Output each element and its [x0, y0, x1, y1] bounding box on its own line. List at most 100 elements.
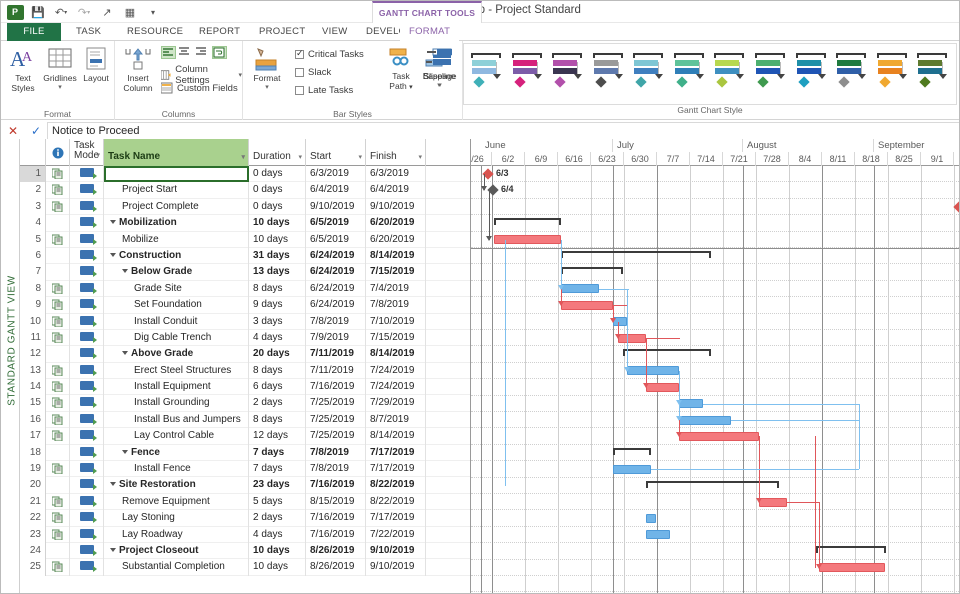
row-extra[interactable]: [426, 379, 470, 395]
row-duration[interactable]: 10 days: [249, 232, 306, 248]
row-indicator-cell[interactable]: [46, 248, 70, 264]
table-row[interactable]: 11Dig Cable Trench4 days7/9/20197/15/201…: [20, 330, 470, 346]
note-indicator-icon[interactable]: [52, 512, 64, 523]
gantt-summary-bar[interactable]: [613, 448, 651, 455]
row-id[interactable]: 25: [20, 559, 46, 575]
row-task-name[interactable]: Fence: [104, 445, 249, 461]
align-left-button[interactable]: [161, 46, 176, 59]
row-duration[interactable]: 8 days: [249, 281, 306, 297]
row-id[interactable]: 17: [20, 428, 46, 444]
row-extra[interactable]: [426, 363, 470, 379]
collapse-triangle-icon[interactable]: [122, 269, 128, 273]
row-start[interactable]: 7/16/2019: [306, 379, 366, 395]
row-extra[interactable]: [426, 395, 470, 411]
row-task-name[interactable]: Set Foundation: [104, 297, 249, 313]
row-extra[interactable]: [426, 248, 470, 264]
row-extra[interactable]: [426, 510, 470, 526]
gantt-summary-bar[interactable]: [494, 218, 561, 225]
table-row[interactable]: 20Site Restoration23 days7/16/20198/22/2…: [20, 477, 470, 493]
row-duration[interactable]: 23 days: [249, 477, 306, 493]
row-duration[interactable]: 13 days: [249, 264, 306, 280]
gantt-style-option-7[interactable]: [710, 48, 750, 100]
row-task-mode-cell[interactable]: [70, 232, 104, 248]
row-duration[interactable]: 2 days: [249, 395, 306, 411]
gantt-task-bar[interactable]: [646, 383, 679, 392]
row-id[interactable]: 3: [20, 199, 46, 215]
row-task-mode-cell[interactable]: [70, 543, 104, 559]
row-extra[interactable]: [426, 281, 470, 297]
note-indicator-icon[interactable]: [52, 381, 64, 392]
row-duration[interactable]: 4 days: [249, 527, 306, 543]
note-indicator-icon[interactable]: [52, 529, 64, 540]
row-duration[interactable]: 7 days: [249, 461, 306, 477]
row-start[interactable]: 7/9/2019: [306, 330, 366, 346]
row-id[interactable]: 20: [20, 477, 46, 493]
row-indicator-cell[interactable]: [46, 182, 70, 198]
row-extra[interactable]: [426, 264, 470, 280]
row-indicator-cell[interactable]: [46, 379, 70, 395]
row-extra[interactable]: [426, 166, 470, 182]
row-indicator-cell[interactable]: [46, 330, 70, 346]
row-duration[interactable]: 10 days: [249, 559, 306, 575]
row-extra[interactable]: [426, 543, 470, 559]
table-row[interactable]: 13Erect Steel Structures8 days7/11/20197…: [20, 363, 470, 379]
gantt-style-option-3[interactable]: [548, 48, 588, 100]
note-indicator-icon[interactable]: [52, 201, 64, 212]
row-finish[interactable]: 7/22/2019: [366, 527, 426, 543]
row-finish[interactable]: 8/14/2019: [366, 248, 426, 264]
row-task-name[interactable]: Lay Roadway: [104, 527, 249, 543]
row-indicator-cell[interactable]: [46, 445, 70, 461]
gantt-summary-bar[interactable]: [623, 349, 711, 356]
note-indicator-icon[interactable]: [52, 299, 64, 310]
header-finish[interactable]: Finish ▾: [366, 139, 426, 166]
row-task-mode-cell[interactable]: [70, 477, 104, 493]
row-id[interactable]: 4: [20, 215, 46, 231]
header-duration-caret-icon[interactable]: ▾: [298, 153, 302, 161]
custom-fields-button[interactable]: Custom Fields: [161, 82, 238, 94]
collapse-triangle-icon[interactable]: [122, 450, 128, 454]
row-task-name[interactable]: Substantial Completion: [104, 559, 249, 575]
table-row[interactable]: 16Install Bus and Jumpers8 days7/25/2019…: [20, 412, 470, 428]
row-id[interactable]: 7: [20, 264, 46, 280]
row-start[interactable]: 7/16/2019: [306, 477, 366, 493]
align-right-button[interactable]: [195, 46, 210, 59]
row-extra[interactable]: [426, 297, 470, 313]
critical-tasks-checkbox[interactable]: Critical Tasks: [295, 49, 364, 60]
row-indicator-cell[interactable]: [46, 264, 70, 280]
row-extra[interactable]: [426, 461, 470, 477]
row-id[interactable]: 15: [20, 395, 46, 411]
row-start[interactable]: 6/5/2019: [306, 232, 366, 248]
note-indicator-icon[interactable]: [52, 561, 64, 572]
entry-accept-icon[interactable]: ✓: [25, 124, 47, 138]
row-task-mode-cell[interactable]: [70, 346, 104, 362]
row-start[interactable]: 7/25/2019: [306, 428, 366, 444]
row-finish[interactable]: 6/20/2019: [366, 215, 426, 231]
row-task-mode-cell[interactable]: [70, 330, 104, 346]
row-duration[interactable]: 8 days: [249, 363, 306, 379]
gantt-task-bar[interactable]: [679, 399, 703, 408]
row-indicator-cell[interactable]: [46, 199, 70, 215]
table-row[interactable]: 1Notice to Proceed0 days6/3/20196/3/2019: [20, 166, 470, 182]
header-finish-caret-icon[interactable]: ▾: [418, 153, 422, 161]
tab-task[interactable]: TASK: [67, 23, 110, 41]
gantt-task-bar[interactable]: [613, 465, 651, 474]
row-task-mode-cell[interactable]: [70, 314, 104, 330]
row-extra[interactable]: [426, 494, 470, 510]
row-start[interactable]: 6/24/2019: [306, 264, 366, 280]
layout-button[interactable]: Layout: [79, 47, 113, 83]
row-start[interactable]: 7/25/2019: [306, 412, 366, 428]
note-indicator-icon[interactable]: [52, 463, 64, 474]
note-indicator-icon[interactable]: [52, 234, 64, 245]
gantt-style-option-9[interactable]: [792, 48, 832, 100]
gantt-task-bar[interactable]: [561, 301, 613, 310]
row-duration[interactable]: 0 days: [249, 166, 306, 182]
gantt-task-bar[interactable]: [561, 284, 599, 293]
row-extra[interactable]: [426, 428, 470, 444]
header-id[interactable]: [20, 139, 46, 166]
header-start[interactable]: Start ▾: [306, 139, 366, 166]
row-indicator-cell[interactable]: [46, 527, 70, 543]
gantt-style-option-10[interactable]: [832, 48, 872, 100]
row-finish[interactable]: 9/10/2019: [366, 543, 426, 559]
collapse-triangle-icon[interactable]: [122, 351, 128, 355]
row-finish[interactable]: 7/17/2019: [366, 461, 426, 477]
